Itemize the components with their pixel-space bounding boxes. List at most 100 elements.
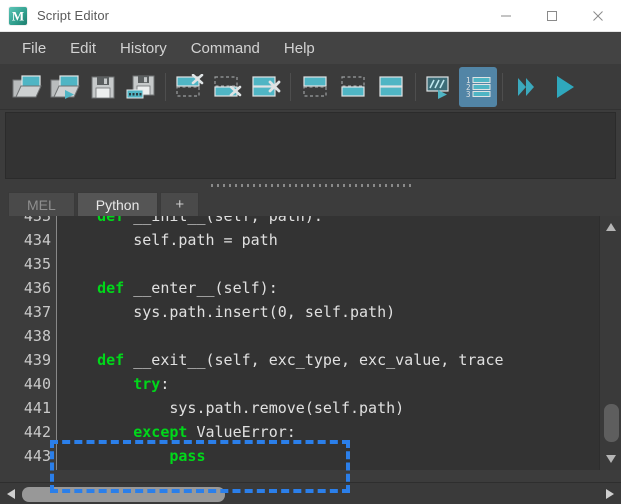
line-numbers-icon: 1 2 3 [464,74,492,100]
script-editor-window: M Script Editor File Edit History Comman… [0,0,621,504]
execute-selection-button[interactable] [421,67,459,107]
window-controls [483,0,621,32]
floppy-save-as-icon [126,74,156,100]
menu-bar: File Edit History Command Help [0,32,621,64]
line-number: 438 [23,327,51,345]
maximize-button[interactable] [529,0,575,32]
clear-all-button[interactable] [247,67,285,107]
double-play-icon [513,74,541,100]
show-history-button[interactable] [334,67,372,107]
copy-to-input-button[interactable] [296,67,334,107]
code-keyword: def [97,216,125,225]
code-text: sys.path.insert(0, self.path) [133,303,396,321]
execute-all-button[interactable] [508,67,546,107]
vertical-scrollbar-thumb[interactable] [604,404,619,442]
scroll-down-arrow-icon[interactable] [600,448,621,470]
code-text: __init__(self, path): [124,216,323,225]
code-line: sys.path.insert(0, self.path) [58,300,594,324]
menu-item-history[interactable]: History [108,37,179,60]
script-run-icon [425,74,455,100]
menu-item-edit[interactable]: Edit [58,37,108,60]
line-number: 439 [23,351,51,369]
separator-1 [165,72,166,101]
line-number: 442 [23,423,51,441]
scroll-up-arrow-icon[interactable] [600,216,621,238]
line-number: 433 [23,216,51,225]
code-text: self.path = path [133,231,278,249]
code-line: except ValueError: [58,420,594,444]
panel-both-filled-icon [377,74,405,100]
maya-m-icon-letter: M [11,8,25,23]
menu-item-file[interactable]: File [10,37,58,60]
code-text: __enter__(self): [124,279,278,297]
scroll-right-arrow-icon[interactable] [599,483,621,504]
save-script-button[interactable] [84,67,122,107]
tab-bar: MEL Python + [0,190,621,216]
separator-2 [290,72,291,101]
code-keyword: def [97,279,125,297]
menu-item-help[interactable]: Help [272,37,327,60]
code-editor[interactable]: 433 434 435 436 437 438 439 440 441 442 … [0,216,621,470]
folder-open-icon [12,74,42,100]
add-tab-button[interactable]: + [160,192,200,216]
clear-input-button[interactable] [209,67,247,107]
code-text: ValueError: [187,423,296,441]
tab-python[interactable]: Python [76,192,159,216]
tab-mel[interactable]: MEL [8,192,75,216]
horizontal-scrollbar-track[interactable] [22,483,599,504]
show-both-button[interactable] [372,67,410,107]
execute-button[interactable] [546,67,584,107]
save-script-as-button[interactable] [122,67,160,107]
line-number-gutter: 433 434 435 436 437 438 439 440 441 442 … [0,216,57,470]
minimize-button[interactable] [483,0,529,32]
code-text-area[interactable]: def __init__(self, path): self.path = pa… [58,216,594,470]
code-keyword: pass [169,447,206,465]
close-button[interactable] [575,0,621,32]
separator-4 [502,72,503,101]
toggle-line-numbers-button[interactable]: 1 2 3 [459,66,497,107]
code-text: : [160,375,170,393]
line-number: 434 [23,231,51,249]
script-output-panel[interactable] [5,112,616,179]
scroll-left-arrow-icon[interactable] [0,483,22,504]
toolbar: 1 2 3 [0,64,621,110]
play-icon [551,73,579,101]
line-number: 441 [23,399,51,417]
code-line: sys.path.remove(self.path) [58,396,594,420]
code-line: def __init__(self, path): [58,216,594,228]
horizontal-scrollbar[interactable] [0,482,621,504]
window-title: Script Editor [37,8,110,23]
clear-bottom-panel-icon [213,74,243,100]
code-line: def __exit__(self, exc_type, exc_value, … [58,348,594,372]
code-text: sys.path.remove(self.path) [169,399,405,417]
horizontal-scrollbar-thumb[interactable] [22,486,225,502]
panel-bottom-filled-icon [339,74,367,100]
vertical-scrollbar[interactable] [599,216,621,470]
maya-m-icon: M [9,6,27,25]
line-number: 443 [23,447,51,465]
code-keyword: except [133,423,188,441]
open-and-execute-button[interactable] [46,67,84,107]
floppy-save-icon [90,74,116,100]
folder-play-icon [50,74,80,100]
code-keyword: def [97,351,125,369]
line-number: 436 [23,279,51,297]
clear-history-button[interactable] [171,67,209,107]
line-number: 435 [23,255,51,273]
menu-item-command[interactable]: Command [179,37,272,60]
open-script-button[interactable] [8,67,46,107]
code-line: self.path = path [58,228,594,252]
separator-3 [415,72,416,101]
code-text: __exit__(self, exc_type, exc_value, trac… [124,351,504,369]
